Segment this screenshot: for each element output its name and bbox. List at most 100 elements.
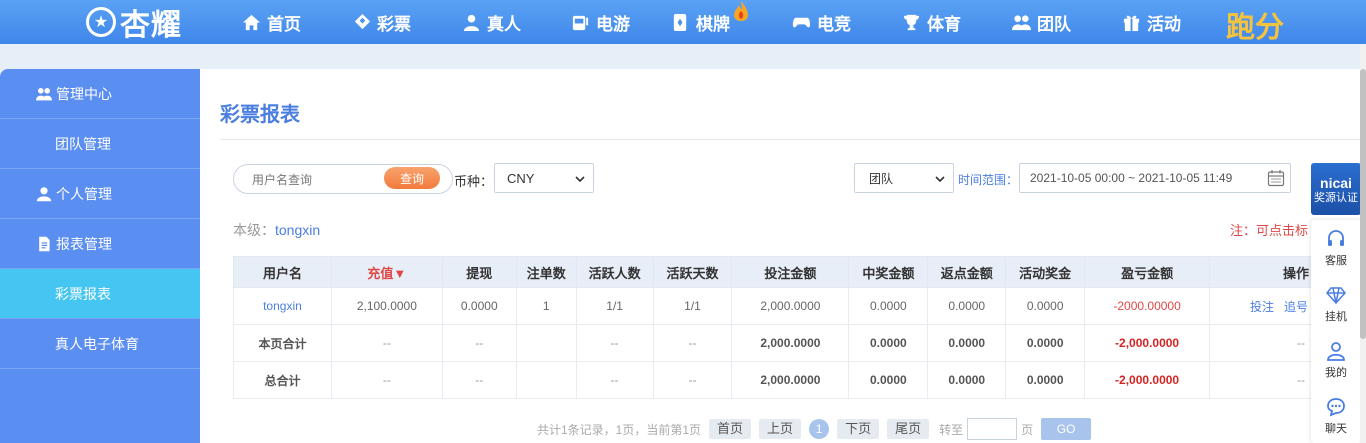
scope-value: 团队 xyxy=(869,171,894,186)
page-unit-label: 页 xyxy=(1021,422,1034,437)
my-profile-button[interactable]: 我的 xyxy=(1311,332,1361,388)
sidebar-item-label: 彩票报表 xyxy=(55,285,111,302)
trophy-icon xyxy=(901,12,921,32)
last-page-button[interactable]: 尾页 xyxy=(887,419,930,439)
sidebar-item-lottery-report[interactable]: 彩票报表 xyxy=(0,269,200,319)
nav-slots[interactable]: 电游 xyxy=(570,0,630,44)
go-button[interactable]: GO xyxy=(1041,418,1092,440)
auto-bet-button[interactable]: 挂机 xyxy=(1311,276,1361,332)
home-icon xyxy=(241,12,261,32)
note-text: 注：可点击标 xyxy=(1230,223,1309,238)
lottery-icon xyxy=(351,12,371,32)
cell-profit: -2,000.0000 xyxy=(1084,324,1211,362)
sidebar-item-live-sports[interactable]: 真人电子体育 xyxy=(0,319,200,369)
pager-summary: 共计1条记录，1页，当前第1页 xyxy=(537,422,702,437)
team-icon xyxy=(1011,12,1031,32)
float-label: 我的 xyxy=(1325,366,1347,379)
person-icon xyxy=(461,12,481,32)
nav-label: 团队 xyxy=(1037,14,1071,34)
cards-icon xyxy=(670,12,690,32)
level-username[interactable]: tongxin xyxy=(275,222,320,238)
col-recharge-sort[interactable]: 充值▼ xyxy=(330,256,443,288)
float-menu: 客服 挂机 我的 聊天 xyxy=(1311,220,1361,443)
first-page-button[interactable]: 首页 xyxy=(709,419,752,439)
cell-label: 总合计 xyxy=(233,361,332,399)
profile-icon xyxy=(1327,341,1345,361)
current-page-button[interactable]: 1 xyxy=(809,419,830,439)
page-scrollbar[interactable] xyxy=(1360,44,1366,443)
cert-brand: nicai xyxy=(1320,175,1352,191)
nav-label: 体育 xyxy=(927,14,961,34)
report-table: 用户名 充值▼ 提现 注单数 活跃人数 活跃天数 投注金额 中奖金额 返点金额 … xyxy=(233,256,1366,399)
gamepad-icon xyxy=(791,12,811,32)
cell-profit: -2,000.0000 xyxy=(1084,361,1211,399)
slot-icon xyxy=(570,12,590,32)
cell-bonus: 0.0000 xyxy=(1005,324,1086,362)
cell-username[interactable]: tongxin xyxy=(233,287,332,325)
cell-win: 0.0000 xyxy=(848,287,929,325)
level-prefix: 本级： xyxy=(233,222,275,238)
currency-value: CNY xyxy=(507,170,535,186)
nav-label: 真人 xyxy=(487,14,521,34)
bet-link[interactable]: 投注 xyxy=(1250,300,1274,314)
goto-page-input[interactable] xyxy=(967,418,1018,440)
nav-home[interactable]: 首页 xyxy=(241,0,301,44)
page-title: 彩票报表 xyxy=(220,104,300,126)
nav-activity[interactable]: 活动 xyxy=(1121,0,1181,44)
main-panel: 彩票报表 查询 币种： CNY 团队 时间范围： 2021-10-05 00:0… xyxy=(200,69,1366,443)
source-cert-badge[interactable]: nicai 奖源认证 xyxy=(1311,163,1361,215)
username-search-input[interactable] xyxy=(252,171,382,189)
nav-team[interactable]: 团队 xyxy=(1011,0,1071,44)
sidebar-item-team-management[interactable]: 团队管理 xyxy=(0,119,200,169)
nav-cards[interactable]: 棋牌 xyxy=(670,0,730,44)
customer-service-button[interactable]: 客服 xyxy=(1311,220,1361,276)
query-button[interactable]: 查询 xyxy=(384,167,440,189)
sidebar-item-report-management[interactable]: 报表管理 xyxy=(0,219,200,269)
cell-active-users: 1/1 xyxy=(575,287,654,325)
nav-lottery[interactable]: 彩票 xyxy=(351,0,411,44)
cell-recharge: -- xyxy=(330,324,443,362)
chat-button[interactable]: 聊天 xyxy=(1311,388,1361,443)
nav-label: 彩票 xyxy=(377,14,411,34)
scope-select[interactable]: 团队 xyxy=(854,163,954,193)
currency-select[interactable]: CNY xyxy=(494,163,594,193)
cell-orders: 1 xyxy=(515,287,577,325)
cell-rebate: 0.0000 xyxy=(927,324,1007,362)
time-range-input[interactable]: 2021-10-05 00:00 ~ 2021-10-05 11:49 xyxy=(1019,163,1291,193)
paofen-link[interactable]: 跑分 xyxy=(1226,4,1284,46)
nav-label: 电竞 xyxy=(817,14,851,34)
col-bonus: 活动奖金 xyxy=(1005,256,1086,288)
title-divider xyxy=(220,139,1366,140)
col-active-users: 活跃人数 xyxy=(575,256,654,288)
nav-sports[interactable]: 体育 xyxy=(901,0,961,44)
hot-fire-icon xyxy=(734,1,748,21)
sidebar-item-management-center[interactable]: 管理中心 xyxy=(0,69,200,119)
goto-label: 转至 xyxy=(939,422,964,437)
calendar-icon[interactable] xyxy=(1267,169,1285,187)
nav-live[interactable]: 真人 xyxy=(461,0,521,44)
cell-orders xyxy=(515,324,577,362)
col-win: 中奖金额 xyxy=(848,256,929,288)
brand-logo[interactable]: ★ 杏耀 xyxy=(86,2,182,43)
currency-label: 币种： xyxy=(454,174,494,189)
scrollbar-thumb[interactable] xyxy=(1360,69,1366,339)
prev-page-button[interactable]: 上页 xyxy=(759,419,802,439)
chase-link[interactable]: 追号 xyxy=(1284,300,1308,314)
next-page-button[interactable]: 下页 xyxy=(837,419,880,439)
table-header-row: 用户名 充值▼ 提现 注单数 活跃人数 活跃天数 投注金额 中奖金额 返点金额 … xyxy=(233,256,1366,288)
time-range-label: 时间范围： xyxy=(958,173,1019,187)
cell-label: 本页合计 xyxy=(233,324,332,362)
diamond-icon xyxy=(1326,286,1346,304)
chevron-down-icon xyxy=(575,176,585,183)
cell-withdraw: 0.0000 xyxy=(441,287,517,325)
float-label: 聊天 xyxy=(1325,422,1347,435)
sidebar-item-personal-management[interactable]: 个人管理 xyxy=(0,169,200,219)
col-profit: 盈亏金额 xyxy=(1084,256,1211,288)
cell-active-days: 1/1 xyxy=(652,287,733,325)
nav-esports[interactable]: 电竞 xyxy=(791,0,851,44)
col-username: 用户名 xyxy=(233,256,332,288)
cell-win: 0.0000 xyxy=(848,361,929,399)
col-bet: 投注金额 xyxy=(731,256,850,288)
col-rebate: 返点金额 xyxy=(927,256,1007,288)
cell-bonus: 0.0000 xyxy=(1005,287,1086,325)
